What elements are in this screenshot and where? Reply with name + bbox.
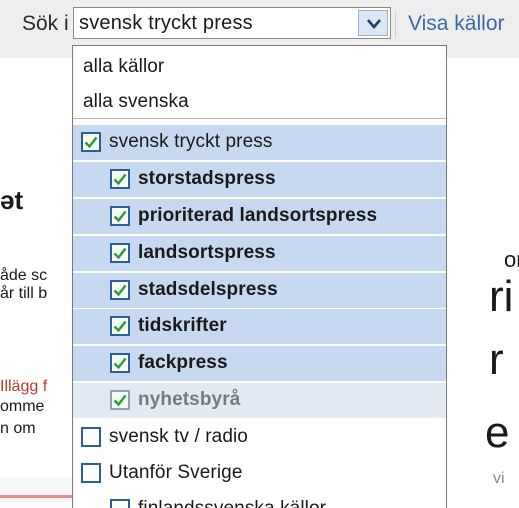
checked-checkbox[interactable] [110,390,130,410]
dropdown-arrow-button[interactable] [358,10,388,36]
dropdown-option[interactable]: tidskrifter [73,309,446,344]
background-right-text: vi [493,470,505,487]
dropdown-option-label: svensk tv / radio [109,426,248,447]
dropdown-option-label: svensk tryckt press [109,131,273,152]
background-text-line: år till b [0,285,48,302]
checked-checkbox[interactable] [110,316,130,336]
dropdown-option-label: storstadspress [138,168,276,189]
checkmark-icon [113,357,127,370]
background-right-text: e [485,408,510,457]
dropdown-option-label: stadsdelspress [138,279,278,300]
dropdown-option-label: fackpress [138,352,228,373]
dropdown-option[interactable]: storstadspress [73,162,446,197]
dropdown-option[interactable]: finlandssvenska källor [73,492,446,508]
toolbar-divider [395,12,396,38]
source-select[interactable]: svensk tryckt press [73,7,391,39]
background-right-text: or [504,247,519,272]
checked-checkbox[interactable] [110,243,130,263]
checked-checkbox[interactable] [110,353,130,373]
dropdown-option-label: Utanför Sverige [109,462,243,483]
dropdown-option-label: finlandssvenska källor [138,498,326,508]
dropdown-option[interactable]: stadsdelspress [73,273,446,308]
background-heading: ət [0,185,24,215]
dropdown-option[interactable]: svensk tv / radio [73,420,446,455]
source-dropdown-list: alla källor alla svenska svensk tryckt pre… [72,45,447,508]
dropdown-option-label: prioriterad landsortspress [138,205,378,226]
dropdown-option[interactable]: nyhetsbyrå [73,383,446,418]
checkbox[interactable] [81,427,101,447]
checkbox[interactable] [110,499,130,508]
checkmark-icon [84,136,98,149]
dropdown-option[interactable]: alla svenska [73,85,446,120]
checkmark-icon [113,247,127,260]
checkmark-icon [113,320,127,333]
dropdown-option[interactable]: Utanför Sverige [73,456,446,491]
background-right-text: ri [489,272,514,321]
dropdown-option-label: tidskrifter [138,315,227,336]
checkmark-icon [113,284,127,297]
dropdown-option-label: landsortspress [138,242,276,263]
background-footer-strip [0,478,78,502]
dropdown-option[interactable]: alla källor [73,50,446,85]
chevron-down-icon [367,19,381,29]
dropdown-option-label: nyhetsbyrå [138,389,241,410]
search-in-label: Sök i [22,12,69,35]
dropdown-option-label: alla svenska [83,91,189,112]
dropdown-option[interactable]: landsortspress [73,236,446,271]
source-select-value: svensk tryckt press [79,12,253,34]
background-text-line: omme [0,398,45,415]
checked-checkbox[interactable] [110,206,130,226]
checkmark-icon [113,173,127,186]
background-text-line: åde sc [0,267,48,284]
checkmark-icon [113,394,127,407]
checked-checkbox[interactable] [81,132,101,152]
dropdown-option-label: alla källor [83,56,165,77]
dropdown-option[interactable]: prioriterad landsortspress [73,199,446,234]
dropdown-option[interactable]: fackpress [73,346,446,381]
background-right-text: r [489,335,504,384]
checked-checkbox[interactable] [110,280,130,300]
checked-checkbox[interactable] [110,169,130,189]
checkmark-icon [113,210,127,223]
background-text-line: Illägg f [0,378,48,395]
checkbox[interactable] [81,463,101,483]
dropdown-option[interactable]: svensk tryckt press [73,125,446,160]
background-text-line: n om [0,420,36,437]
show-sources-link[interactable]: Visa källor [408,12,505,36]
background-accent-bar [0,495,78,498]
